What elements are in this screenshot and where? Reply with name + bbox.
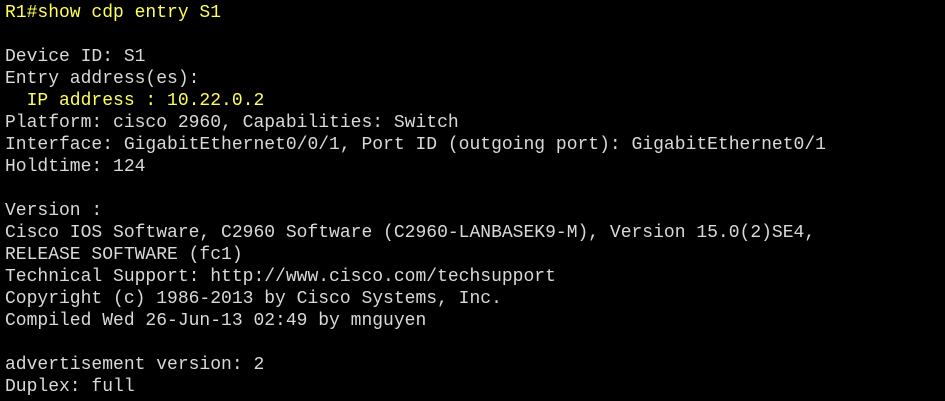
copyright-line: Copyright (c) 1986-2013 by Cisco Systems… bbox=[5, 289, 502, 309]
terminal-window[interactable]: R1#show cdp entry S1 Device ID: S1 Entry… bbox=[0, 0, 945, 401]
holdtime-line: Holdtime: 124 bbox=[5, 157, 146, 177]
entry-address-line: Entry address(es): bbox=[5, 69, 200, 89]
interface-line: Interface: GigabitEthernet0/0/1, Port ID… bbox=[5, 135, 826, 155]
device-id-line: Device ID: S1 bbox=[5, 47, 146, 67]
compiled-line: Compiled Wed 26-Jun-13 02:49 by mnguyen bbox=[5, 311, 427, 331]
ip-address-line: IP address : 10.22.0.2 bbox=[5, 91, 265, 111]
technical-support-line: Technical Support: http://www.cisco.com/… bbox=[5, 267, 556, 287]
duplex-line: Duplex: full bbox=[5, 377, 135, 397]
advertisement-version-line: advertisement version: 2 bbox=[5, 355, 265, 375]
ios-software-line: Cisco IOS Software, C2960 Software (C296… bbox=[5, 223, 816, 243]
platform-line: Platform: cisco 2960, Capabilities: Swit… bbox=[5, 113, 459, 133]
release-software-line: RELEASE SOFTWARE (fc1) bbox=[5, 245, 243, 265]
command-prompt-line: R1#show cdp entry S1 bbox=[5, 3, 222, 23]
version-header-line: Version : bbox=[5, 201, 103, 221]
